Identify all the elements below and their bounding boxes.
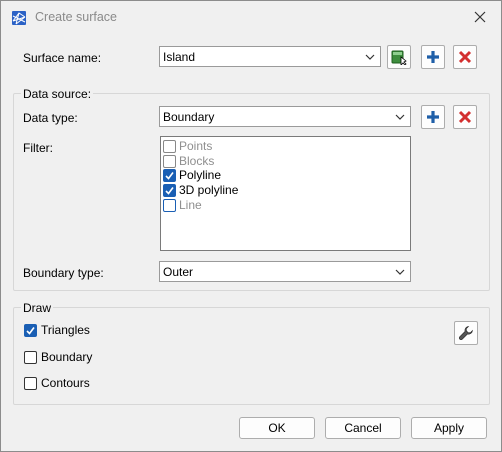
triangles-label: Triangles <box>41 323 90 337</box>
title-bar: Create surface <box>1 1 501 33</box>
select-surface-button[interactable] <box>387 45 411 69</box>
checkbox-checked[interactable] <box>24 324 37 337</box>
data-type-combo[interactable]: Boundary <box>159 106 411 127</box>
draw-title: Draw <box>21 301 54 315</box>
chevron-down-icon <box>365 54 375 60</box>
checkmark-icon <box>165 172 174 180</box>
filter-label: Filter: <box>23 141 53 155</box>
plus-icon <box>427 111 439 123</box>
draw-settings-button[interactable] <box>454 321 478 345</box>
surface-name-label: Surface name: <box>23 51 102 65</box>
boundary-type-value: Outer <box>163 265 194 279</box>
filter-item-label: 3D polyline <box>179 183 239 197</box>
checkbox[interactable] <box>24 351 37 364</box>
plus-icon <box>427 51 439 63</box>
window-title: Create surface <box>35 10 117 24</box>
ok-button[interactable]: OK <box>239 417 315 439</box>
surface-grid-icon <box>12 11 26 25</box>
boundary-type-label: Boundary type: <box>23 266 104 280</box>
checkbox-checked[interactable] <box>163 169 176 182</box>
chevron-down-icon <box>395 269 405 275</box>
add-data-type-button[interactable] <box>421 105 445 129</box>
checkbox[interactable] <box>163 199 176 212</box>
checkmark-icon <box>165 187 174 195</box>
data-type-value: Boundary <box>163 110 215 124</box>
remove-data-type-button[interactable] <box>453 105 477 129</box>
checkbox-checked[interactable] <box>163 184 176 197</box>
surface-select-icon <box>391 50 407 65</box>
add-surface-button[interactable] <box>421 45 445 69</box>
wrench-icon <box>459 326 473 340</box>
surface-name-combo[interactable]: Island <box>159 46 381 67</box>
surface-name-value: Island <box>163 50 196 64</box>
checkbox[interactable] <box>163 140 176 153</box>
filter-item-label: Polyline <box>179 168 222 182</box>
filter-item-label: Line <box>179 198 202 212</box>
boundary-type-combo[interactable]: Outer <box>159 261 411 282</box>
chevron-down-icon <box>395 114 405 120</box>
filter-item-label: Blocks <box>179 154 215 168</box>
create-surface-dialog: Create surface Surface name: Island Data… <box>0 0 502 452</box>
data-type-label: Data type: <box>23 111 78 125</box>
boundary-label: Boundary <box>41 350 93 364</box>
red-x-icon <box>458 110 472 124</box>
checkbox[interactable] <box>163 155 176 168</box>
remove-surface-button[interactable] <box>453 45 477 69</box>
cancel-button[interactable]: Cancel <box>325 417 401 439</box>
checkbox[interactable] <box>24 377 37 390</box>
filter-item-label: Points <box>179 139 213 153</box>
data-source-title: Data source: <box>21 87 94 101</box>
apply-button[interactable]: Apply <box>411 417 487 439</box>
checkmark-icon <box>26 327 35 335</box>
red-x-icon <box>458 50 472 64</box>
contours-label: Contours <box>41 376 90 390</box>
close-icon[interactable] <box>471 8 489 26</box>
filter-list[interactable]: Points Blocks Polyline 3D polyline Line <box>160 136 411 251</box>
